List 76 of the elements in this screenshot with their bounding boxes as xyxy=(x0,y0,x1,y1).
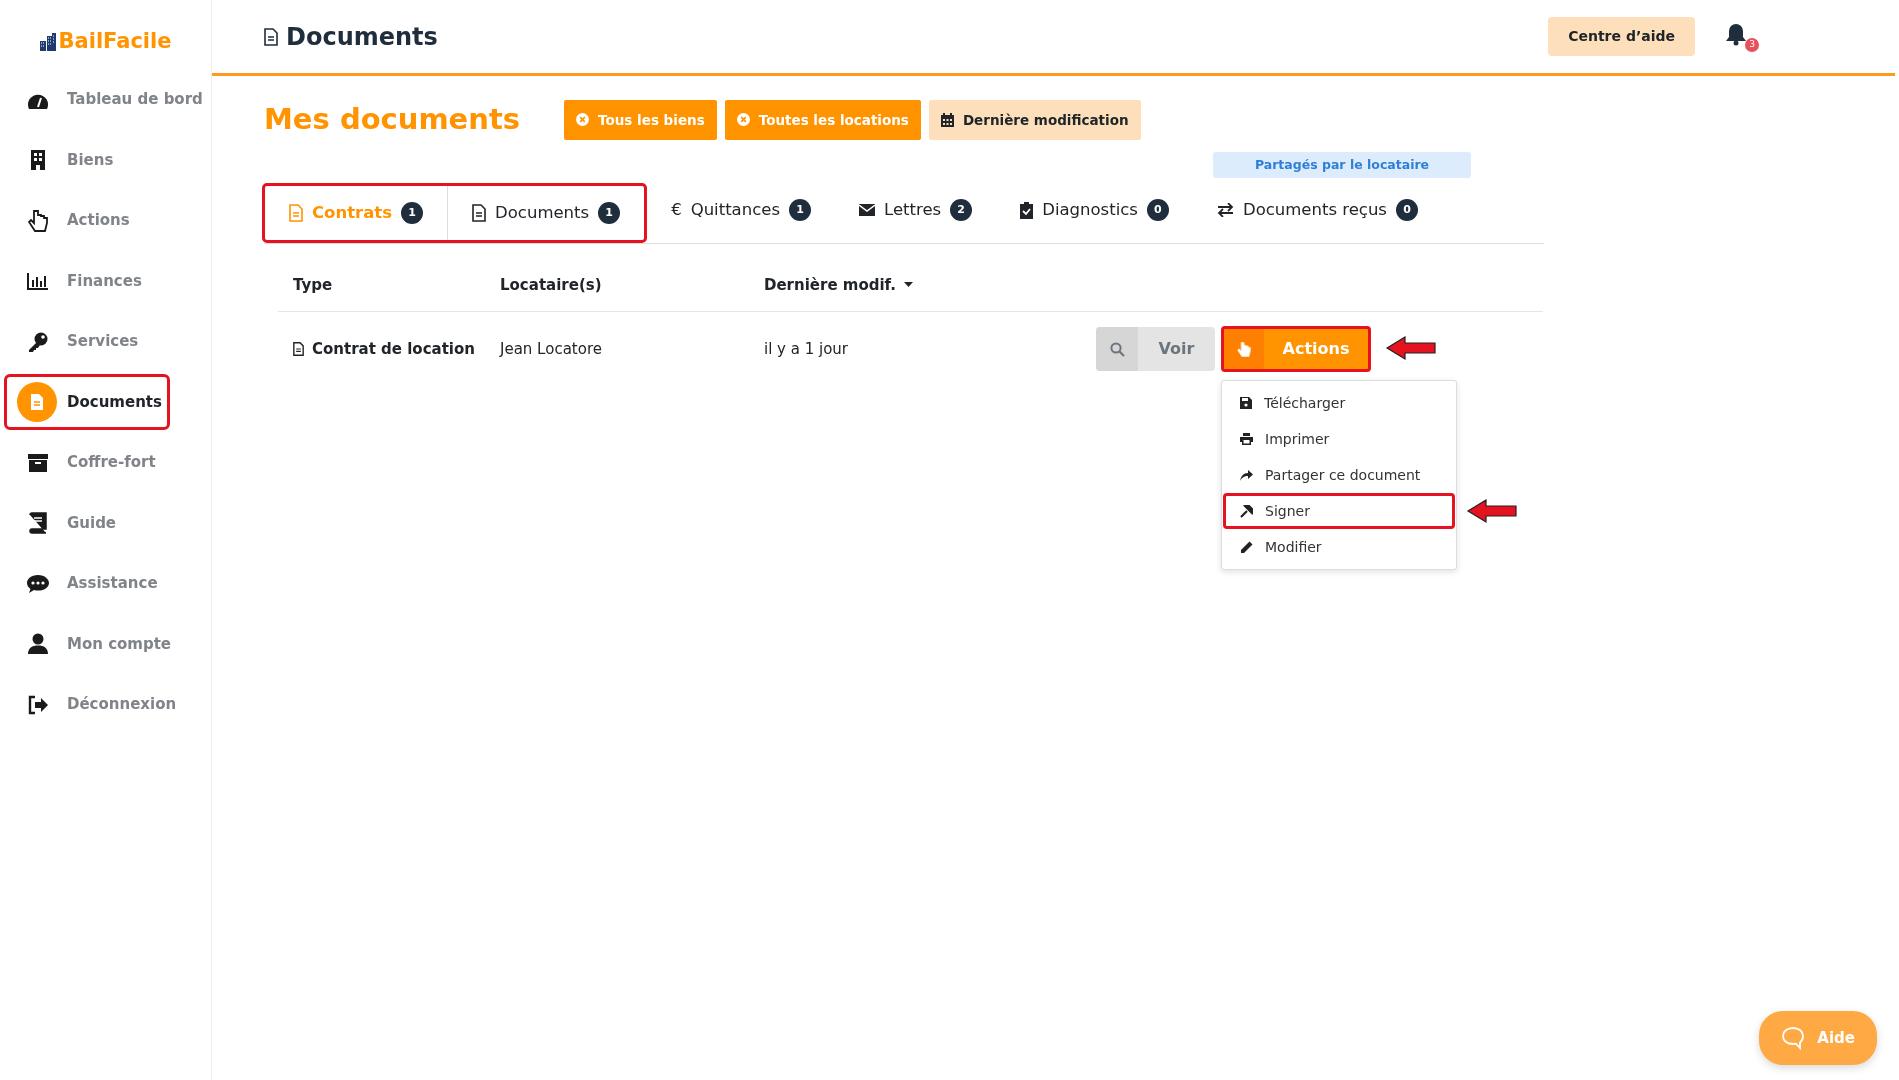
user-icon xyxy=(27,633,49,655)
table-cell-text: Jean Locatore xyxy=(500,339,603,360)
pencil-icon xyxy=(1240,540,1253,554)
actions-button[interactable]: Actions xyxy=(1221,326,1371,373)
menu-item[interactable]: Partager ce document xyxy=(1223,457,1455,494)
notification-count: 3 xyxy=(1745,37,1759,52)
sidebar-item[interactable]: Finances xyxy=(4,253,207,309)
tab[interactable]: Documents 1 xyxy=(448,186,645,241)
tab[interactable]: Diagnostics 0 xyxy=(996,183,1193,238)
filter-chip[interactable]: Toutes les locations xyxy=(724,99,921,140)
bar-chart-icon xyxy=(27,272,49,290)
close-circle-icon xyxy=(736,113,750,127)
count-badge: 1 xyxy=(401,202,424,225)
sidebar-item[interactable]: Actions xyxy=(4,192,207,249)
page-title: Documents xyxy=(286,21,438,53)
filter-chip[interactable]: Tous les biens xyxy=(564,99,717,140)
document-icon xyxy=(264,27,278,46)
sidebar-item[interactable]: Guide xyxy=(4,495,207,551)
euro-icon: € xyxy=(671,197,682,223)
swap-arrows-icon xyxy=(1216,203,1234,218)
table-cell-text: Contrat de location xyxy=(312,339,475,360)
sidebar-item[interactable]: Documents xyxy=(4,374,170,430)
document-icon xyxy=(289,204,303,223)
key-icon xyxy=(27,330,49,353)
tab[interactable]: Documents reçus 0 xyxy=(1192,183,1442,238)
sidebar-item[interactable]: Mon compte xyxy=(4,616,207,672)
share-arrow-icon xyxy=(1240,469,1253,481)
table-cell-text: il y a 1 jour xyxy=(764,339,850,360)
sidebar-item[interactable]: Coffre-fort xyxy=(4,434,207,491)
sidebar-item[interactable]: Biens xyxy=(4,132,207,188)
menu-item[interactable]: Télécharger xyxy=(1223,385,1455,422)
menu-item[interactable]: Imprimer xyxy=(1223,421,1455,458)
clipboard-check-icon xyxy=(1020,201,1034,219)
count-badge: 2 xyxy=(950,199,973,222)
printer-icon xyxy=(1240,433,1253,446)
sort-button[interactable]: Dernière modification xyxy=(928,99,1141,140)
document-icon xyxy=(293,342,304,357)
tab[interactable]: € Quittances 1 xyxy=(647,183,835,238)
bell-icon xyxy=(1725,22,1747,46)
count-badge: 0 xyxy=(1146,199,1169,222)
tab[interactable]: Contrats 1 xyxy=(265,186,449,241)
column-header: Type xyxy=(292,274,334,296)
sign-out-icon xyxy=(27,694,49,715)
sort-caret-icon xyxy=(904,281,914,288)
count-badge: 0 xyxy=(1395,199,1418,222)
envelope-icon xyxy=(859,204,875,217)
tab[interactable]: Lettres 2 xyxy=(835,183,997,238)
building-icon xyxy=(30,149,46,171)
sidebar-item[interactable]: Déconnexion xyxy=(4,676,207,733)
document-icon xyxy=(30,393,44,411)
pointer-hand-icon xyxy=(1237,340,1251,358)
sidebar-item[interactable]: Services xyxy=(4,313,207,370)
calendar-icon xyxy=(940,112,954,127)
speech-bubble-icon xyxy=(26,573,50,594)
help-center-button[interactable]: Centre d’aide xyxy=(1548,17,1695,56)
logo[interactable]: BailFacile xyxy=(0,26,211,58)
count-badge: 1 xyxy=(789,199,811,222)
column-header[interactable]: Dernière modif. xyxy=(764,273,1076,296)
view-button[interactable]: Voir xyxy=(1096,327,1215,372)
document-icon xyxy=(472,204,487,223)
logo-text: BailFacile xyxy=(58,28,172,55)
section-title: Mes documents xyxy=(264,101,521,138)
help-chat-button[interactable]: Aide xyxy=(1759,1011,1877,1065)
search-icon xyxy=(1109,341,1125,357)
shared-by-tenant-badge: Partagés par le locataire xyxy=(1213,151,1471,179)
column-header: Locataire(s) xyxy=(500,274,603,296)
chat-bubble-icon xyxy=(1781,1026,1806,1050)
count-badge: 1 xyxy=(598,202,621,225)
close-circle-icon xyxy=(576,113,590,127)
buildings-logo-icon xyxy=(39,32,56,51)
sidebar-item[interactable]: Tableau de bord xyxy=(4,71,207,128)
menu-item[interactable]: Modifier xyxy=(1223,529,1455,566)
gavel-icon xyxy=(1240,504,1253,518)
pointer-hand-icon xyxy=(28,208,48,233)
sidebar-item[interactable]: Assistance xyxy=(4,555,207,612)
archive-box-icon xyxy=(27,452,49,473)
